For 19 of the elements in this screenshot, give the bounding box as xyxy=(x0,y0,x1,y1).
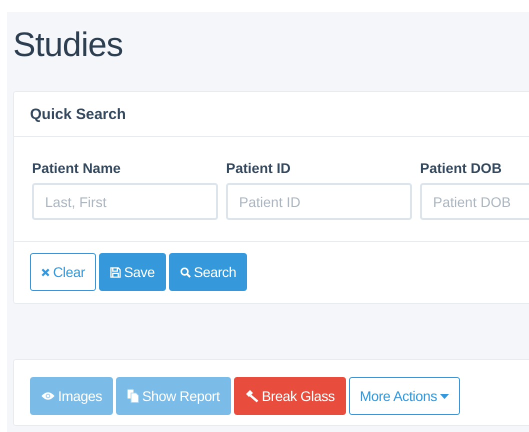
action-button[interactable]: Search xyxy=(168,253,248,291)
gavel-icon xyxy=(244,389,259,403)
card-title: Quick Search xyxy=(30,106,126,122)
input-field[interactable]: Patient DOB xyxy=(420,183,529,220)
field-label: Patient DOB xyxy=(420,160,503,176)
action-button[interactable]: More Actions xyxy=(348,377,460,415)
eye-icon xyxy=(41,391,55,401)
field-label: Patient ID xyxy=(226,160,292,176)
action-button[interactable]: Save xyxy=(98,253,166,291)
action-button[interactable]: Break Glass xyxy=(234,377,346,415)
field-label: Patient Name xyxy=(32,160,122,176)
close-icon xyxy=(41,268,50,276)
action-button[interactable]: Clear xyxy=(30,253,96,291)
input-field[interactable]: Patient ID xyxy=(226,183,412,220)
caret-icon xyxy=(440,394,450,398)
search-icon xyxy=(180,266,191,278)
input-field[interactable]: Last, First xyxy=(32,183,218,220)
copy-icon xyxy=(127,389,140,403)
page-title: Studies xyxy=(13,25,124,66)
